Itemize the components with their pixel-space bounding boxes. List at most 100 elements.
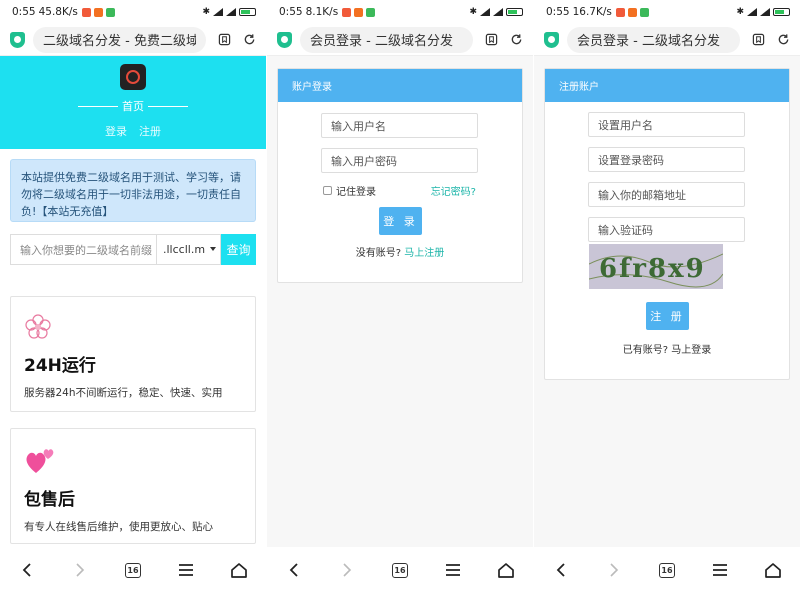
back-button[interactable] [280,556,308,584]
menu-button[interactable] [172,556,200,584]
domain-search: 输入你想要的二级域名前缀 .llccll.m 查询 [10,234,256,265]
bookmark-icon[interactable] [752,33,765,46]
login-screen: 0:55 8.1K/s ✱ 会员登录 - 二级域名分发 账户登录 输入用户名 输… [267,0,533,593]
back-button[interactable] [547,556,575,584]
menu-button[interactable] [439,556,467,584]
remember-checkbox[interactable] [323,186,332,195]
bookmark-icon[interactable] [485,33,498,46]
back-button[interactable] [13,556,41,584]
status-speed: 16.7K/s [572,6,612,18]
browser-url-bar: 会员登录 - 二级域名分发 [267,24,533,56]
forward-button[interactable] [66,556,94,584]
domain-prefix-input[interactable]: 输入你想要的二级域名前缀 [10,234,156,265]
page-title-field[interactable]: 会员登录 - 二级域名分发 [567,26,740,53]
login-prompt: 已有账号? 马上登录 [545,341,789,356]
signal-icon [213,8,223,16]
new-username-input[interactable]: 设置用户名 [588,112,745,137]
status-icons: ✱ [202,7,256,17]
captcha-input[interactable]: 输入验证码 [588,217,745,242]
home-icon [498,562,515,578]
home-screen: 0:55 45.8K/s ✱ 二级域名分发 - 免费二级域名注 首页 登录 注册… [0,0,266,593]
chevron-left-icon [289,563,298,577]
status-bar: 0:55 8.1K/s ✱ [267,0,533,24]
login-box: 账户登录 输入用户名 输入用户密码 记住登录 忘记密码? 登 录 没有账号? 马… [277,68,523,283]
bluetooth-icon: ✱ [469,7,477,17]
query-button[interactable]: 查询 [221,234,256,265]
security-shield-icon[interactable] [277,31,292,48]
url-title: 会员登录 - 二级域名分发 [310,34,453,49]
home-button[interactable] [492,556,520,584]
app-notification-icon [639,7,649,17]
security-shield-icon[interactable] [10,31,25,48]
browser-url-bar: 二级域名分发 - 免费二级域名注 [0,24,266,56]
status-bar: 0:55 45.8K/s ✱ [0,0,266,24]
forward-button[interactable] [333,556,361,584]
notice-banner: 本站提供免费二级域名用于测试、学习等，请勿将二级域名用于一切非法用途，一切责任自… [10,159,256,222]
username-input[interactable]: 输入用户名 [321,113,478,138]
status-speed: 8.1K/s [305,6,339,18]
page-title-field[interactable]: 二级域名分发 - 免费二级域名注 [33,26,206,53]
register-now-link[interactable]: 马上注册 [404,248,444,259]
captcha-image[interactable]: 6fr8x9 [589,244,723,289]
browser-bottom-nav: 16 [267,547,533,593]
login-now-link[interactable]: 马上登录 [671,345,711,356]
captcha-graphic: 6fr8x9 [589,253,723,288]
email-input[interactable]: 输入你的邮箱地址 [588,182,745,207]
signal-icon [760,8,770,16]
refresh-icon[interactable] [510,33,523,46]
password-input[interactable]: 输入用户密码 [321,148,478,173]
register-box-title: 注册账户 [545,69,789,102]
login-link[interactable]: 登录 [105,123,127,139]
battery-icon [506,8,523,16]
tabs-button[interactable]: 16 [386,556,414,584]
app-notification-icon [81,7,91,17]
tabs-button[interactable]: 16 [119,556,147,584]
domain-suffix-value: .llccll.m [163,243,206,256]
register-button[interactable]: 注 册 [646,302,689,330]
app-notification-icon [93,7,103,17]
menu-icon [446,564,461,576]
captcha-text: 6fr8x9 [599,254,706,284]
home-button[interactable] [225,556,253,584]
remember-label: 记住登录 [336,187,376,198]
signal-icon [747,8,757,16]
nav-home[interactable]: 首页 [0,98,266,114]
register-link[interactable]: 注册 [139,123,161,139]
app-notification-icon [627,7,637,17]
signal-icon [226,8,236,16]
feature-title: 24H运行 [24,356,96,376]
chevron-right-icon [610,563,618,577]
feature-desc: 有专人在线售后维护，使用更放心、贴心 [24,521,213,533]
login-button[interactable]: 登 录 [379,207,422,235]
bookmark-icon[interactable] [218,33,231,46]
refresh-icon[interactable] [243,33,256,46]
browser-url-bar: 会员登录 - 二级域名分发 [534,24,800,56]
chevron-right-icon [343,563,351,577]
page-title-field[interactable]: 会员登录 - 二级域名分发 [300,26,473,53]
no-account-text: 没有账号? [355,248,402,259]
refresh-icon[interactable] [777,33,790,46]
menu-button[interactable] [706,556,734,584]
chevron-right-icon [76,563,84,577]
site-logo[interactable] [120,64,146,90]
home-button[interactable] [759,556,787,584]
bluetooth-icon: ✱ [736,7,744,17]
tabs-button[interactable]: 16 [653,556,681,584]
remember-login[interactable]: 记住登录 [323,183,376,198]
battery-icon [773,8,790,16]
forward-button[interactable] [600,556,628,584]
security-shield-icon[interactable] [544,31,559,48]
new-password-input[interactable]: 设置登录密码 [588,147,745,172]
domain-suffix-select[interactable]: .llccll.m [156,234,221,265]
forgot-password-link[interactable]: 忘记密码? [431,183,476,198]
menu-icon [713,564,728,576]
status-time: 0:55 [279,6,303,18]
register-box: 注册账户 设置用户名 设置登录密码 输入你的邮箱地址 输入验证码 6fr8x9 … [544,68,790,380]
dropdown-caret-icon [210,247,216,251]
tab-count: 16 [391,562,408,578]
status-bar: 0:55 16.7K/s ✱ [534,0,800,24]
battery-icon [239,8,256,16]
bluetooth-icon: ✱ [202,7,210,17]
has-account-text: 已有账号? [622,345,669,356]
app-notification-icon [342,7,352,17]
